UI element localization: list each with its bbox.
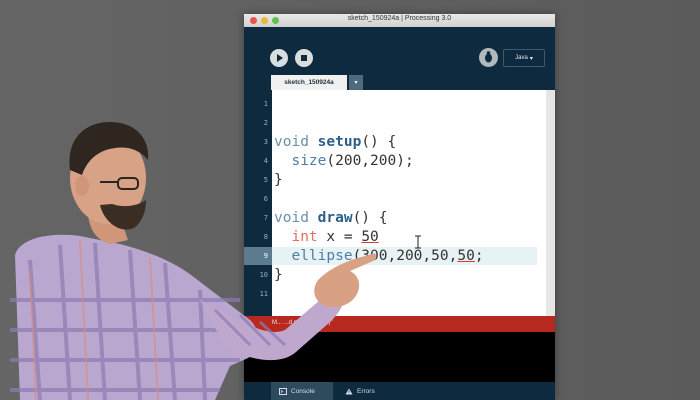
line-number: 4 (263, 157, 268, 165)
code-line-3: void setup() { (274, 134, 397, 150)
chevron-down-icon: ▾ (529, 55, 533, 62)
processing-window: sketch_150924a | Processing 3.0 Java ▾ s… (244, 14, 555, 400)
stop-button[interactable] (295, 49, 313, 67)
error-status-bar: M... ...d parenthesis ")" (244, 316, 555, 332)
line-number: 5 (263, 176, 268, 184)
line-number: 6 (263, 195, 268, 203)
mode-label: Java (515, 55, 528, 61)
tab-console[interactable]: Console (271, 382, 333, 400)
editor-scrollbar[interactable] (546, 90, 555, 316)
line-number: 11 (259, 290, 268, 298)
debugger-icon (485, 51, 492, 63)
window-title: sketch_150924a | Processing 3.0 (347, 15, 452, 22)
code-line-10: } (274, 267, 283, 283)
tab-errors[interactable]: Errors (339, 382, 394, 400)
errors-tab-label: Errors (357, 387, 375, 395)
code-line-7: void draw() { (274, 210, 388, 226)
title-bar: sketch_150924a | Processing 3.0 (244, 14, 555, 27)
sketch-tab-bar: sketch_150924a ▾ (244, 72, 555, 90)
code-line-9: ellipse(300,200,50,50; (291, 248, 484, 264)
code-line-8: int x = 50 (291, 229, 379, 245)
code-line-4: size(200,200); (291, 153, 414, 169)
toolbar: Java ▾ (244, 27, 555, 72)
console-tab-label: Console (291, 387, 315, 395)
line-number: 7 (263, 214, 268, 222)
text-cursor-icon (415, 235, 421, 249)
warning-icon (345, 388, 353, 394)
tab-sketch[interactable]: sketch_150924a (271, 75, 347, 90)
chevron-down-icon: ▾ (354, 79, 358, 86)
line-number: 3 (263, 138, 268, 146)
code-area[interactable] (272, 90, 546, 316)
console-tab-bar: Console Errors (244, 382, 555, 400)
code-editor[interactable]: 1 2 3 4 5 6 7 8 9 10 11 void setup() { size(200,20… (244, 90, 555, 316)
line-number: 10 (259, 271, 268, 279)
line-number: 8 (263, 233, 268, 241)
debugger-button[interactable] (479, 48, 498, 67)
line-number: 2 (263, 119, 268, 127)
run-button[interactable] (270, 49, 288, 67)
console-icon (279, 387, 287, 395)
error-message: M... ...d parenthesis ")" (272, 320, 333, 326)
stop-icon (301, 55, 307, 61)
line-number: 9 (263, 252, 268, 260)
mode-selector[interactable]: Java ▾ (503, 49, 545, 67)
play-icon (277, 54, 283, 62)
code-line-5: } (274, 172, 283, 188)
line-number: 1 (263, 100, 268, 108)
tab-menu-button[interactable]: ▾ (349, 75, 363, 90)
console-output[interactable] (244, 332, 555, 382)
